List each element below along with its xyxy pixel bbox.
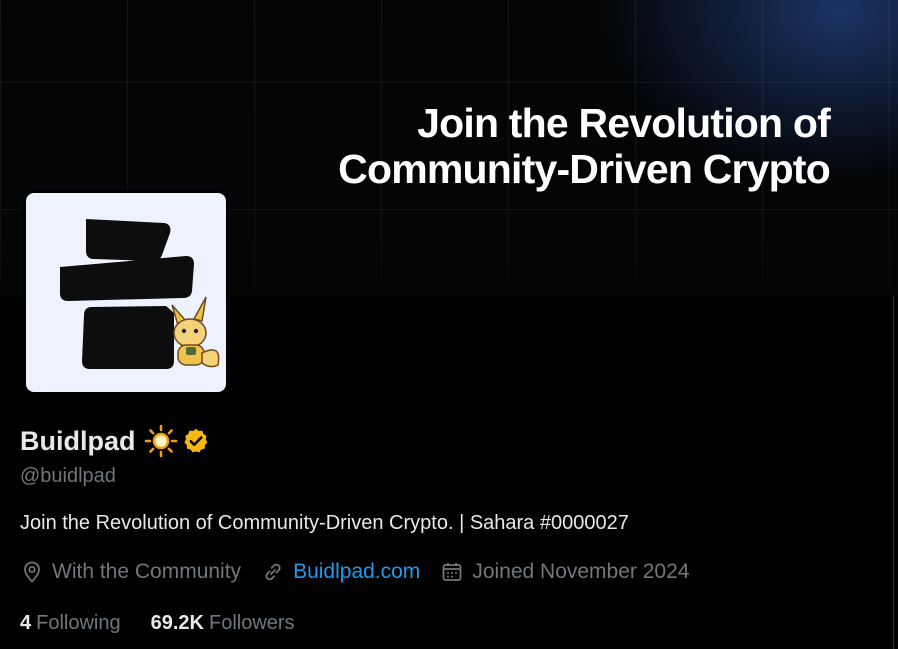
column-border	[893, 296, 898, 649]
website-link[interactable]: Buidlpad.com	[293, 560, 420, 584]
avatar[interactable]	[23, 190, 229, 395]
follow-counts: 4 Following 69.2K Followers	[20, 612, 325, 635]
followers-label: Followers	[208, 612, 295, 634]
followers-count: 69.2K	[150, 612, 204, 634]
profile-handle: @buidlpad	[20, 465, 116, 487]
location-text: With the Community	[52, 560, 242, 583]
profile-bio: Join the Revolution of Community-Driven …	[20, 512, 629, 534]
buidlpad-logo-icon	[60, 219, 220, 369]
banner-headline-line2: Community-Driven Crypto	[338, 146, 831, 192]
profile-meta: With the Community Buidlpad.com Joined N…	[20, 560, 709, 584]
calendar-icon	[442, 563, 462, 581]
sun-icon	[144, 424, 177, 458]
profile-name-row: Buidlpad	[20, 424, 210, 458]
avatar-logo	[26, 193, 226, 392]
website-item: Buidlpad.com	[261, 560, 420, 584]
joined-item: Joined November 2024	[440, 560, 689, 584]
verified-badge-icon[interactable]	[182, 427, 210, 455]
followers-link[interactable]: 69.2K Followers	[151, 612, 295, 635]
banner-headline-line1: Join the Revolution of	[417, 100, 831, 146]
profile-name: Buidlpad	[20, 425, 136, 456]
location-pin-icon	[24, 561, 40, 583]
location-item: With the Community	[20, 560, 241, 584]
fox-mascot-icon	[171, 296, 220, 368]
joined-text: Joined November 2024	[472, 560, 690, 583]
following-link[interactable]: 4 Following	[20, 612, 121, 635]
banner-headline: Join the Revolution of Community-Driven …	[338, 100, 831, 192]
following-count: 4	[20, 612, 32, 634]
following-label: Following	[36, 612, 121, 634]
link-icon	[265, 563, 281, 581]
